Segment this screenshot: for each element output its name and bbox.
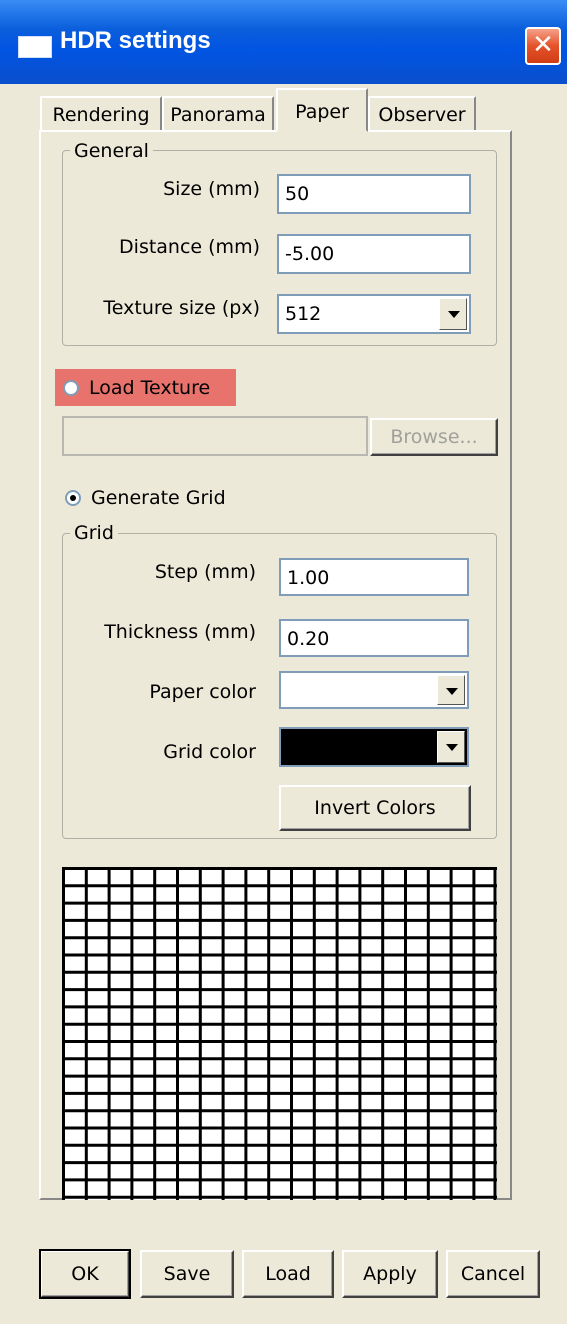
size-input[interactable]: 50 [277,174,471,214]
load-texture-label: Load Texture [89,376,211,399]
window-icon [18,36,52,58]
generate-grid-label: Generate Grid [91,487,226,509]
hdr-settings-window: HDR settings ✕ Rendering Panorama Paper … [0,0,567,1324]
tab-panorama[interactable]: Panorama [162,96,274,132]
texture-size-select[interactable]: 512 [277,294,471,334]
tab-paper[interactable]: Paper [276,88,368,132]
grid-color-select[interactable] [279,727,469,767]
close-icon: ✕ [532,30,554,60]
distance-label: Distance (mm) [119,236,260,258]
ok-button[interactable]: OK [39,1249,131,1299]
radio-icon [63,379,79,396]
grid-legend: Grid [70,522,118,544]
distance-input[interactable]: -5.00 [277,234,471,274]
browse-button[interactable]: Browse... [370,418,498,456]
load-button[interactable]: Load [242,1250,334,1298]
tab-observer[interactable]: Observer [368,96,476,132]
tab-rendering[interactable]: Rendering [40,96,162,132]
size-label: Size (mm) [163,178,260,200]
texture-size-label: Texture size (px) [103,297,260,319]
thickness-input[interactable]: 0.20 [279,619,469,657]
generate-grid-radio[interactable]: Generate Grid [65,485,226,511]
step-label: Step (mm) [154,561,256,583]
thickness-label: Thickness (mm) [104,621,256,643]
cancel-button[interactable]: Cancel [446,1250,540,1298]
texture-size-value: 512 [285,303,322,325]
texture-path-input[interactable] [62,416,368,456]
load-texture-radio[interactable]: Load Texture [55,369,236,406]
title-bar[interactable]: HDR settings ✕ [0,0,567,84]
save-button[interactable]: Save [140,1250,234,1298]
close-button[interactable]: ✕ [525,27,561,65]
general-legend: General [70,140,153,162]
radio-checked-icon [65,490,81,506]
window-title: HDR settings [60,27,211,54]
paper-color-select[interactable] [279,671,469,709]
grid-preview [62,867,497,1200]
invert-colors-button[interactable]: Invert Colors [279,785,471,831]
step-input[interactable]: 1.00 [279,558,469,596]
chevron-down-icon[interactable] [437,731,465,763]
chevron-down-icon[interactable] [439,298,467,330]
chevron-down-icon[interactable] [437,675,465,705]
paper-color-label: Paper color [149,681,256,703]
grid-color-label: Grid color [163,741,256,763]
apply-button[interactable]: Apply [342,1250,438,1298]
